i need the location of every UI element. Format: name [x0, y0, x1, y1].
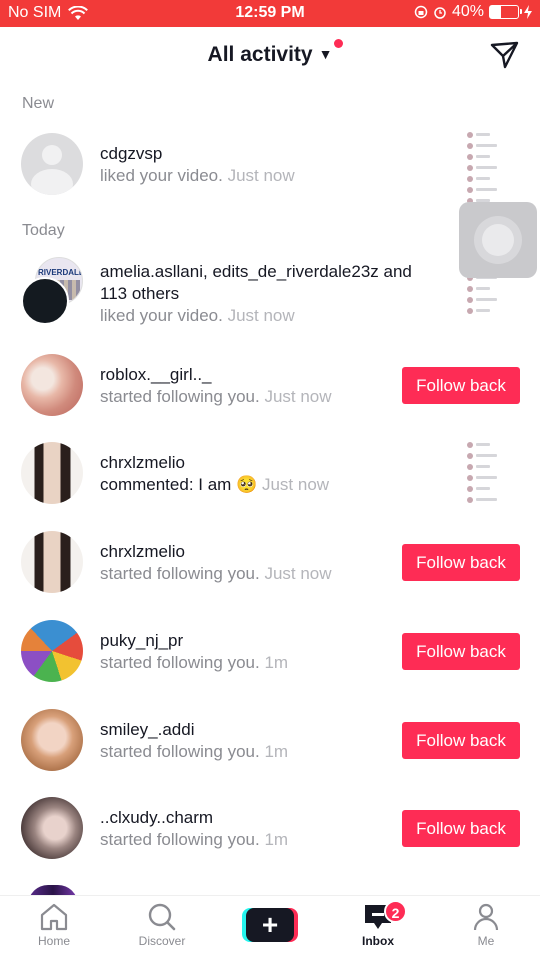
username[interactable]: ..clxudy..charm: [100, 807, 288, 829]
username[interactable]: smiley_.addi: [100, 719, 288, 741]
chevron-down-icon: ▼: [318, 46, 333, 62]
username[interactable]: chrxlzmelio: [100, 452, 329, 474]
inbox-badge: 2: [384, 900, 407, 923]
tab-discover[interactable]: Discover: [117, 902, 207, 948]
home-icon: [40, 903, 68, 931]
list-item[interactable]: chrxlzmelio started following you. Just …: [0, 531, 540, 595]
floating-video-preview[interactable]: [459, 202, 537, 278]
activity-text: commented: I am 🥺 Just now: [100, 475, 330, 494]
tab-me[interactable]: Me: [441, 902, 531, 948]
charging-icon: [524, 5, 532, 19]
avatar: [21, 277, 69, 325]
create-video-button[interactable]: +: [242, 908, 298, 942]
activity-text: started following you. 1m: [100, 742, 289, 761]
avatar[interactable]: [21, 709, 83, 771]
avatar[interactable]: [21, 620, 83, 682]
list-item[interactable]: smiley_.addi started following you. 1m F…: [0, 709, 540, 773]
activity-text: liked your video. Just now: [100, 306, 295, 325]
section-new-label: New: [22, 95, 55, 112]
avatar[interactable]: [21, 133, 83, 195]
page-title: All activity: [207, 43, 313, 66]
activity-text: started following you. 1m: [100, 653, 289, 672]
follow-back-button[interactable]: Follow back: [402, 544, 520, 581]
avatar[interactable]: [21, 531, 83, 593]
follow-back-button[interactable]: Follow back: [402, 633, 520, 670]
follow-back-button[interactable]: Follow back: [402, 810, 520, 847]
list-item[interactable]: chrxlzmelio commented: I am 🥺 Just now: [0, 438, 540, 512]
others-count[interactable]: 113 others: [100, 283, 412, 305]
activity-text: liked your video. Just now: [100, 166, 295, 185]
tab-home[interactable]: Home: [9, 902, 99, 948]
plus-icon: +: [246, 908, 294, 942]
usernames[interactable]: amelia.asllani, edits_de_riverdale23z an…: [100, 261, 412, 283]
list-item[interactable]: roblox.__girl.._ started following you. …: [0, 354, 540, 418]
orientation-lock-icon: [414, 5, 428, 19]
send-message-icon[interactable]: [488, 39, 520, 71]
follow-back-button[interactable]: Follow back: [402, 722, 520, 759]
list-item[interactable]: ..clxudy..charm started following you. 1…: [0, 797, 540, 861]
username[interactable]: roblox.__girl.._: [100, 364, 332, 386]
battery-percent: 40%: [451, 3, 484, 20]
username[interactable]: chrxlzmelio: [100, 541, 332, 563]
follow-back-button[interactable]: Follow back: [402, 367, 520, 404]
notification-dot: [334, 39, 343, 48]
avatar[interactable]: [21, 442, 83, 504]
pleading-face-emoji: 🥺: [236, 475, 258, 494]
section-today-label: Today: [22, 222, 65, 239]
battery-icon: [489, 5, 522, 19]
list-item[interactable]: cdgzvsp liked your video. Just now: [0, 128, 540, 324]
activity-text: started following you. Just now: [100, 564, 332, 583]
bottom-tab-bar: Home Discover + Inbox 2 Me: [0, 895, 540, 960]
status-bar: No SIM 12:59 PM 40%: [0, 0, 540, 27]
activity-text: started following you. Just now: [100, 387, 332, 406]
alarm-icon: [434, 7, 446, 19]
profile-icon: [473, 903, 499, 931]
battery-fill: [490, 6, 502, 18]
header: All activity ▼: [0, 27, 540, 83]
stacked-avatars[interactable]: RIVERDALE: [21, 257, 85, 325]
search-icon: [148, 903, 176, 931]
avatar[interactable]: [21, 797, 83, 859]
tab-inbox[interactable]: Inbox: [333, 902, 423, 948]
activity-filter-dropdown[interactable]: All activity ▼: [0, 43, 540, 67]
list-item[interactable]: puky_nj_pr started following you. 1m Fol…: [0, 620, 540, 684]
avatar[interactable]: [21, 354, 83, 416]
video-thumbnail[interactable]: [465, 438, 521, 512]
username[interactable]: cdgzvsp: [100, 143, 295, 165]
activity-text: started following you. 1m: [100, 830, 289, 849]
username[interactable]: puky_nj_pr: [100, 630, 288, 652]
